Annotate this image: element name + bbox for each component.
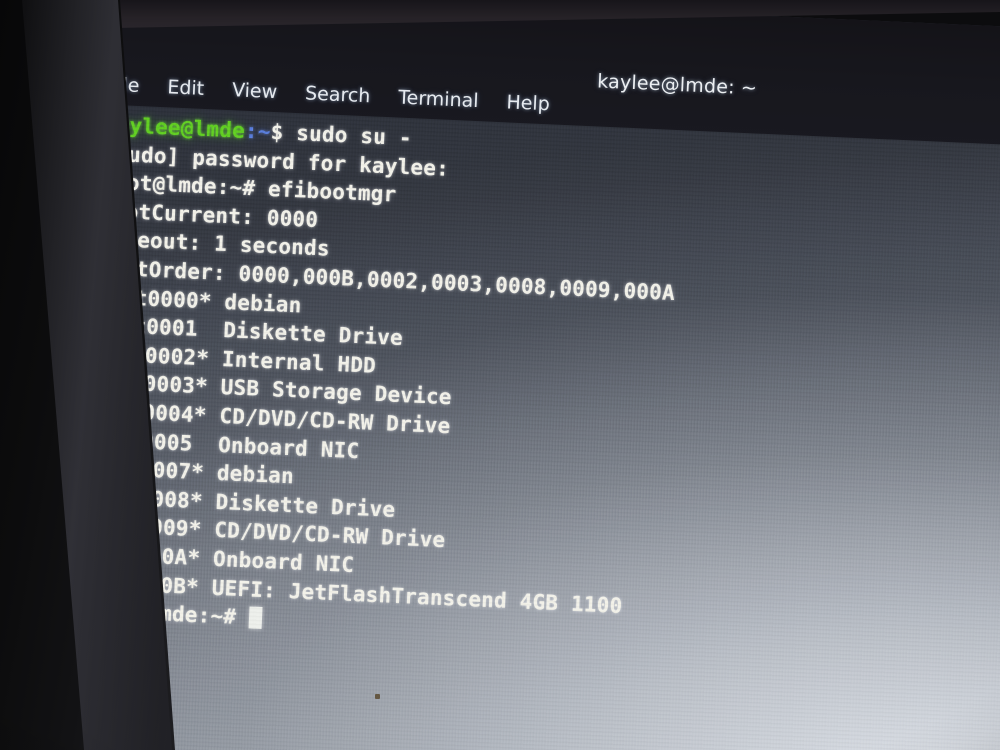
prompt-path: :~ xyxy=(244,118,272,144)
menu-item-search[interactable]: Search xyxy=(305,82,371,107)
dust-speck xyxy=(375,694,380,699)
screen-photo: kaylee@lmde: ~ FileEditViewSearchTermina… xyxy=(0,0,1000,750)
text-cursor xyxy=(248,606,263,630)
terminal-output-area[interactable]: kaylee@lmde:~$ sudo su - [sudo] password … xyxy=(60,103,1000,750)
monitor-screen: kaylee@lmde: ~ FileEditViewSearchTermina… xyxy=(60,0,1000,750)
terminal-lines: kaylee@lmde:~$ sudo su - [sudo] password … xyxy=(82,111,1000,669)
prompt-command: $ sudo su - xyxy=(270,119,413,151)
terminal-window: kaylee@lmde: ~ FileEditViewSearchTermina… xyxy=(60,0,1000,750)
menu-item-help[interactable]: Help xyxy=(506,91,550,115)
menu-item-terminal[interactable]: Terminal xyxy=(398,87,479,113)
menu-item-view[interactable]: View xyxy=(232,79,278,103)
menu-item-edit[interactable]: Edit xyxy=(167,76,205,100)
